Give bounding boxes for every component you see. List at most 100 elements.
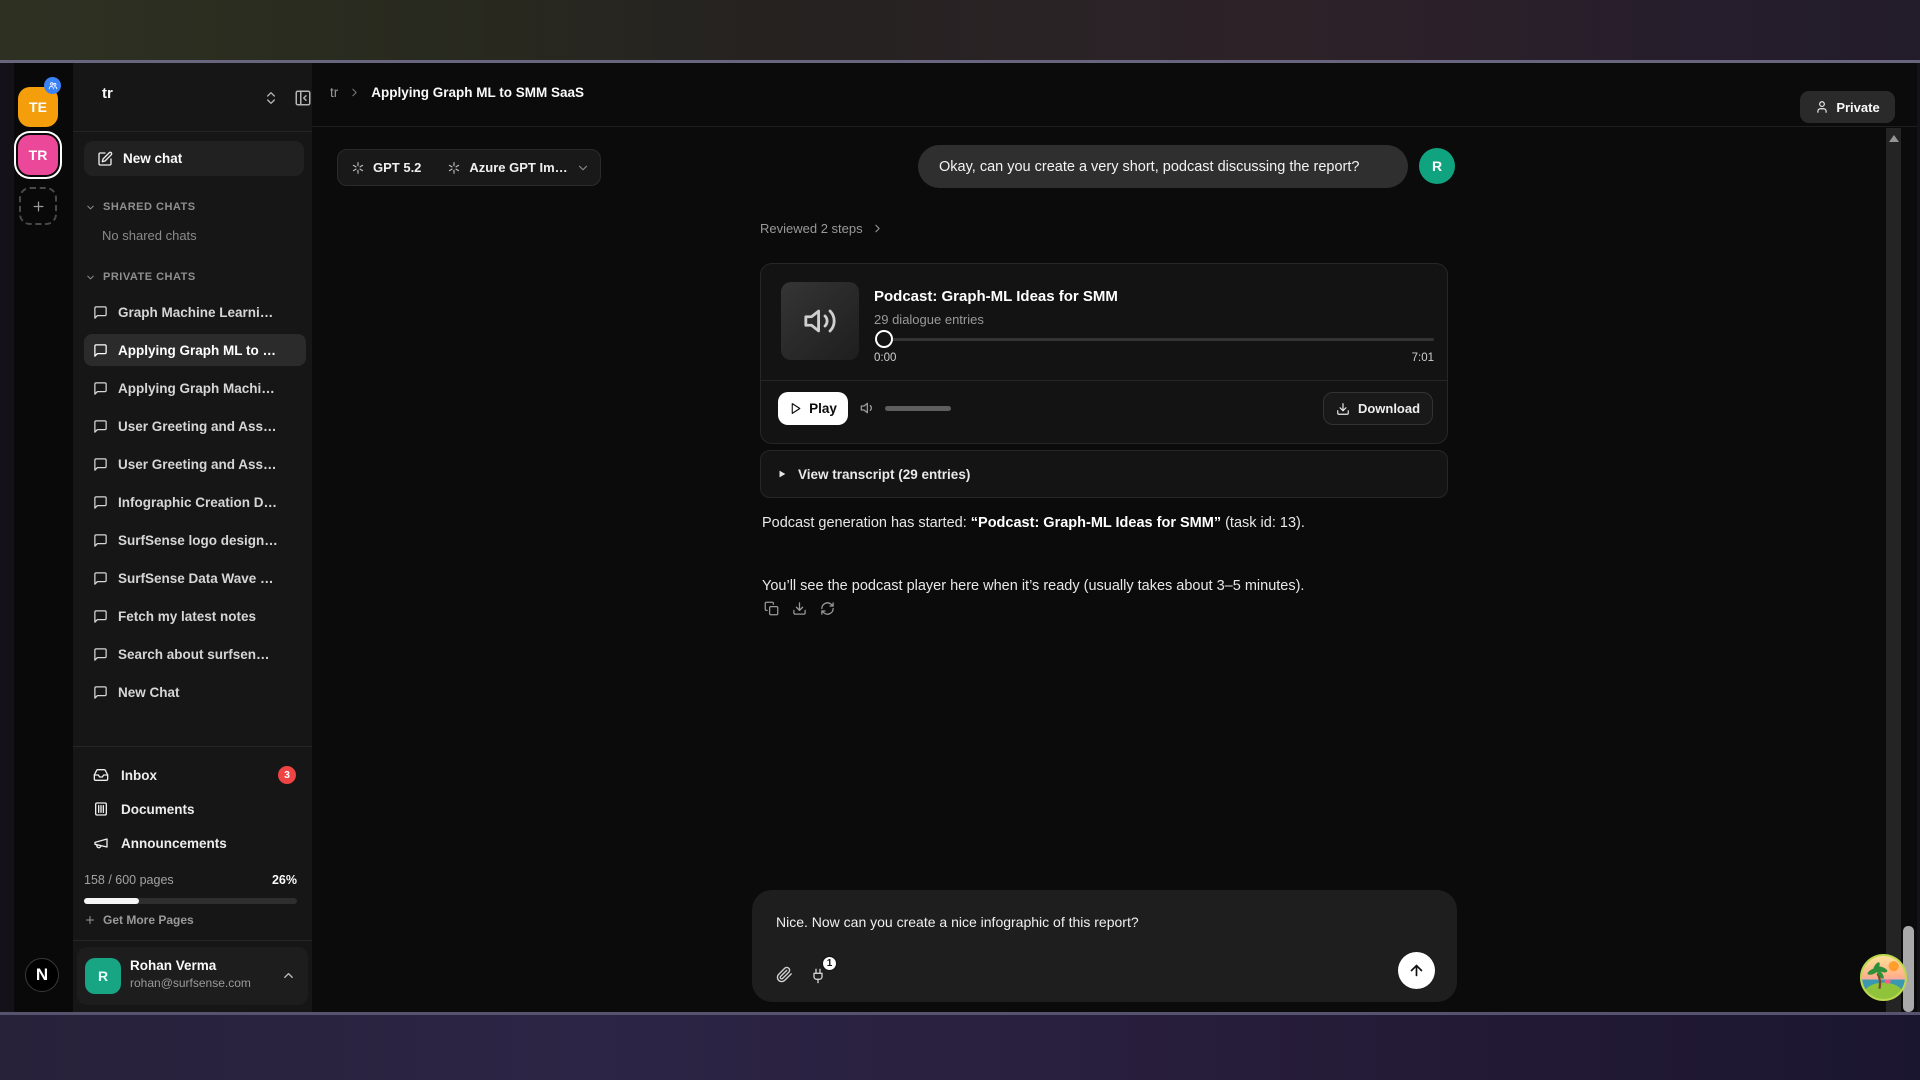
private-visibility-button[interactable]: Private xyxy=(1800,91,1895,123)
sidebar: tr New chat SHARED CHATS No shared chats… xyxy=(73,63,312,1012)
new-chat-button[interactable]: New chat xyxy=(84,141,304,176)
message-square-icon xyxy=(93,685,108,700)
chat-list-item[interactable]: SurfSense logo design… xyxy=(84,524,306,556)
openai-logo-icon xyxy=(447,161,461,175)
chat-list-item[interactable]: User Greeting and Ass… xyxy=(84,410,306,442)
pages-used-label: 158 / 600 pages xyxy=(84,873,174,887)
chat-list-item[interactable]: Fetch my latest notes xyxy=(84,600,306,632)
nextjs-dev-button[interactable]: N xyxy=(25,958,59,992)
paperclip-icon xyxy=(776,966,793,983)
breadcrumb-root[interactable]: tr xyxy=(330,85,338,100)
user-name: Rohan Verma xyxy=(130,958,216,973)
sidebar-item-documents[interactable]: Documents xyxy=(84,793,306,825)
breadcrumb: tr Applying Graph ML to SMM SaaS xyxy=(330,85,584,100)
plus-icon xyxy=(31,199,46,214)
chat-list-item[interactable]: New Chat xyxy=(84,676,306,708)
copy-button[interactable] xyxy=(762,599,781,618)
chat-list-item-active[interactable]: Applying Graph ML to … xyxy=(84,334,306,366)
divider xyxy=(73,746,312,747)
seek-slider-track[interactable] xyxy=(885,338,1434,341)
pages-used-percent: 26% xyxy=(272,873,297,887)
chevron-down-icon xyxy=(85,202,96,213)
collapse-sidebar-icon[interactable] xyxy=(294,89,312,107)
members-badge-icon xyxy=(44,77,61,94)
message-square-icon xyxy=(93,343,108,358)
tropical-extension-badge[interactable] xyxy=(1860,954,1907,1001)
chevron-down-icon xyxy=(576,161,590,175)
desktop-wallpaper-bottom xyxy=(0,1012,1920,1080)
chat-list-item[interactable]: Applying Graph Machi… xyxy=(84,372,306,404)
regenerate-button[interactable] xyxy=(818,599,837,618)
user-avatar: R xyxy=(85,958,121,994)
podcast-artwork xyxy=(781,282,859,360)
add-workspace-button[interactable] xyxy=(19,187,57,225)
scroll-up-arrow[interactable] xyxy=(1889,135,1899,142)
message-user-avatar: R xyxy=(1419,148,1455,184)
openai-logo-icon xyxy=(351,161,365,175)
private-chats-section-header[interactable]: PRIVATE CHATS xyxy=(85,271,196,283)
user-message-bubble: Okay, can you create a very short, podca… xyxy=(918,145,1408,188)
duration-time: 7:01 xyxy=(1394,352,1434,364)
volume-slider[interactable] xyxy=(885,406,951,411)
chat-list-item[interactable]: Graph Machine Learni… xyxy=(84,296,306,328)
view-transcript-toggle[interactable]: View transcript (29 entries) xyxy=(760,450,1448,498)
divider xyxy=(73,940,312,941)
download-message-button[interactable] xyxy=(790,599,809,618)
speaker-icon xyxy=(803,304,837,338)
chat-list-item[interactable]: Infographic Creation D… xyxy=(84,486,306,518)
breadcrumb-current: Applying Graph ML to SMM SaaS xyxy=(371,85,584,100)
message-square-icon xyxy=(93,647,108,662)
message-square-icon xyxy=(93,381,108,396)
model-selector-secondary[interactable]: Azure GPT Im… xyxy=(434,150,602,185)
divider xyxy=(761,380,1447,381)
sidebar-item-inbox[interactable]: Inbox 3 xyxy=(84,759,306,791)
chat-list-item[interactable]: SurfSense Data Wave … xyxy=(84,562,306,594)
megaphone-icon xyxy=(93,835,109,851)
play-button[interactable]: Play xyxy=(778,392,848,425)
assistant-status-line1: Podcast generation has started: “Podcast… xyxy=(762,515,1305,531)
attach-file-button[interactable] xyxy=(776,966,793,983)
reviewed-steps-toggle[interactable]: Reviewed 2 steps xyxy=(760,221,884,236)
edit-pencil-icon xyxy=(97,151,113,167)
chat-scrollbar[interactable] xyxy=(1886,128,1901,1012)
download-button[interactable]: Download xyxy=(1323,392,1433,425)
message-square-icon xyxy=(93,609,108,624)
app-window: TE TR N tr New chat SHARED CHATS N xyxy=(14,63,1917,1012)
topbar: tr Applying Graph ML to SMM SaaS Private xyxy=(312,63,1917,127)
send-button[interactable] xyxy=(1398,952,1435,989)
sidebar-header: tr xyxy=(73,63,312,132)
model-selector-primary[interactable]: GPT 5.2 xyxy=(338,150,434,185)
get-more-pages-button[interactable]: Get More Pages xyxy=(84,913,194,927)
chat-list-item[interactable]: User Greeting and Ass… xyxy=(84,448,306,480)
volume-icon[interactable] xyxy=(860,400,876,416)
chevron-right-icon xyxy=(348,86,361,99)
assistant-status-line2: You’ll see the podcast player here when … xyxy=(762,578,1304,594)
message-square-icon xyxy=(93,495,108,510)
shared-chats-section-header[interactable]: SHARED CHATS xyxy=(85,201,196,213)
workspace-avatar-tr-selected[interactable]: TR xyxy=(18,135,58,175)
usage-progress-bar xyxy=(84,898,297,904)
inbox-icon xyxy=(93,767,109,783)
message-square-icon xyxy=(93,419,108,434)
plus-icon xyxy=(84,914,96,926)
person-icon xyxy=(1815,100,1829,114)
user-account-menu[interactable]: R Rohan Verma rohan@surfsense.com xyxy=(77,947,308,1005)
seek-slider-thumb[interactable] xyxy=(875,330,893,348)
sidebar-item-announcements[interactable]: Announcements xyxy=(84,827,306,859)
connector-count-badge: 1 xyxy=(822,956,837,971)
user-email: rohan@surfsense.com xyxy=(130,976,251,990)
podcast-title: Podcast: Graph-ML Ideas for SMM xyxy=(874,288,1118,305)
message-actions xyxy=(762,599,837,618)
message-input[interactable]: Nice. Now can you create a nice infograp… xyxy=(776,914,1139,930)
usage-progress-fill xyxy=(84,898,139,904)
workspace-switcher-icon[interactable] xyxy=(263,90,279,106)
connectors-button[interactable] xyxy=(810,968,826,984)
workspace-rail: TE TR N xyxy=(14,63,73,1012)
podcast-player-card: Podcast: Graph-ML Ideas for SMM 29 dialo… xyxy=(760,263,1448,444)
message-square-icon xyxy=(93,533,108,548)
usage-summary: 158 / 600 pages 26% xyxy=(84,873,297,887)
message-square-icon xyxy=(93,305,108,320)
chat-list-item[interactable]: Search about surfsen… xyxy=(84,638,306,670)
plug-icon xyxy=(810,968,826,984)
desktop-wallpaper-top xyxy=(0,0,1920,63)
